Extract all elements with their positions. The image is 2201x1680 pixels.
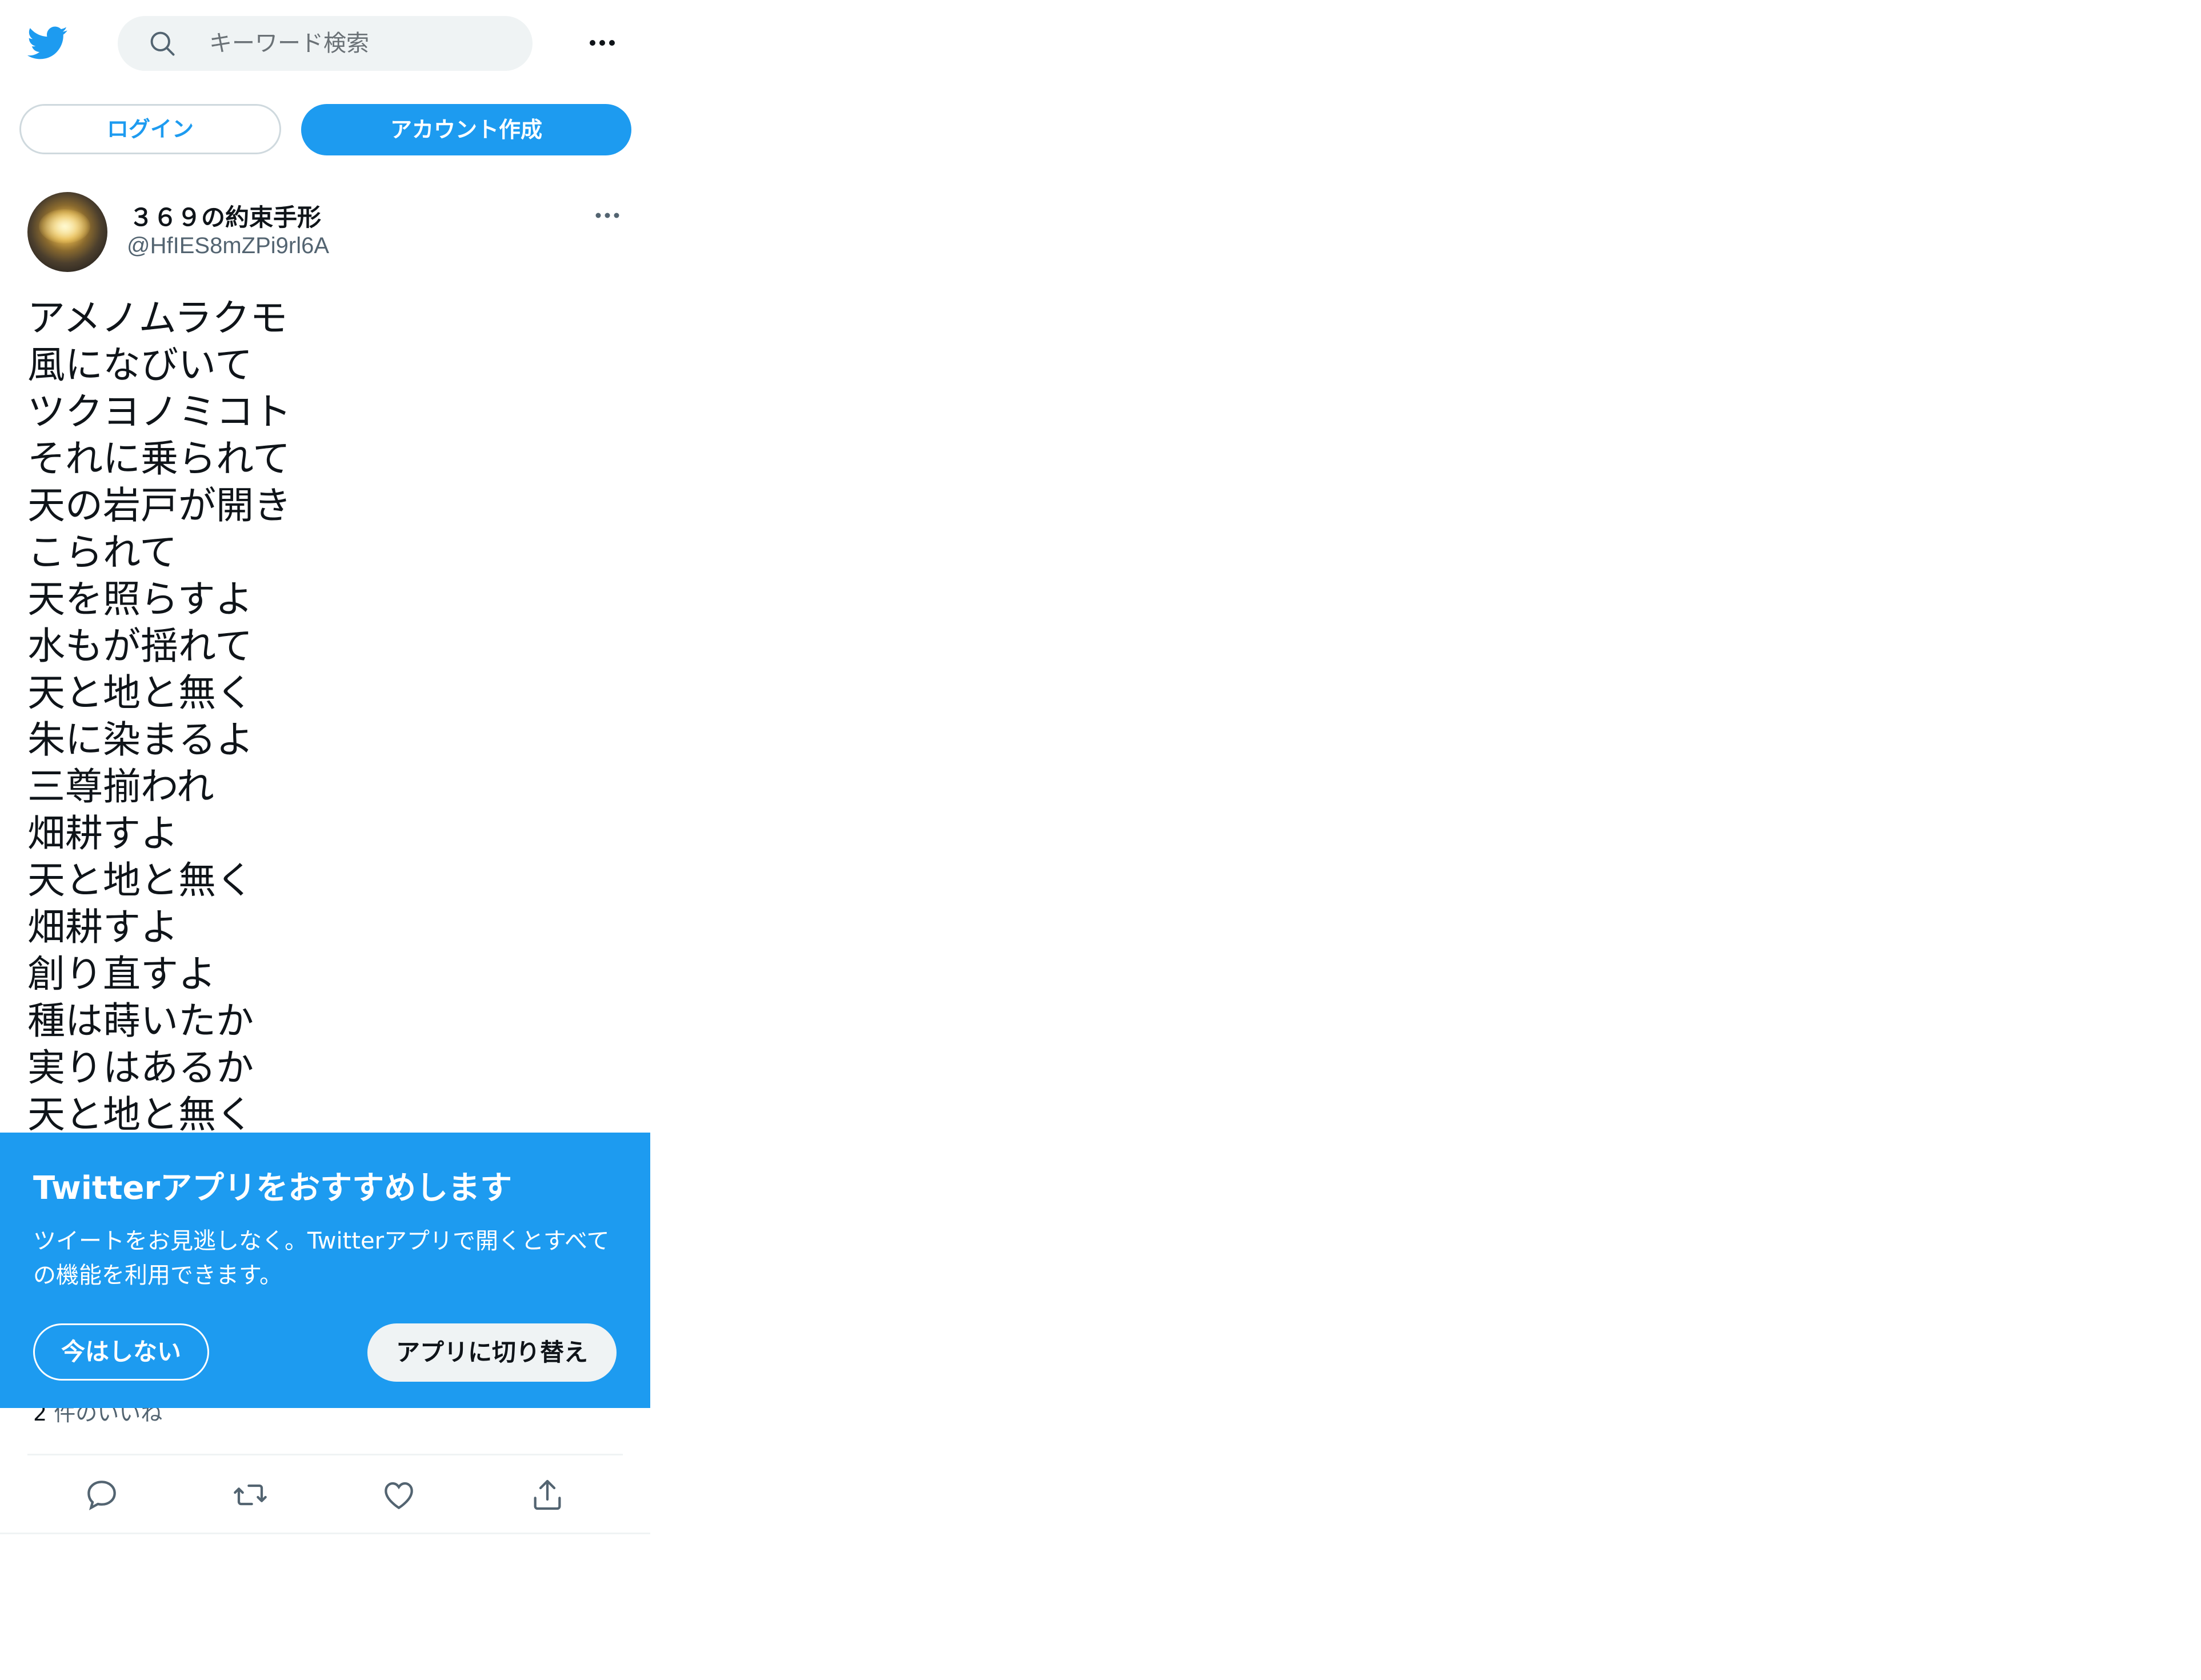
tweet-text-line: 天と地と無く bbox=[27, 1093, 254, 1137]
tweet-actions bbox=[0, 1463, 650, 1526]
switch-to-app-button[interactable]: アプリに切り替え bbox=[367, 1323, 617, 1382]
promo-body: ツイートをお見逃しなく。Twitterアプリで開くとすべての機能を利用できます。 bbox=[33, 1228, 610, 1289]
tweet-text-line: それに乗られて bbox=[27, 437, 291, 481]
tweet-text-line: アメノムラクモ bbox=[27, 296, 288, 340]
tweet-text-line: 三尊揃われ bbox=[27, 765, 214, 809]
tweet-text-line: 創り直すよ bbox=[27, 952, 216, 996]
top-header: キーワード検索 bbox=[0, 0, 650, 86]
tweet-text-line: 水もが揺れて bbox=[27, 624, 253, 668]
tweet-text-line: 朱に染まるよ bbox=[27, 718, 254, 762]
tweet-text-line: 風になびいて bbox=[27, 343, 253, 387]
tweet-text-line: 畑耕すよ bbox=[27, 811, 178, 855]
tweet-text: アメノムラクモ 風になびいて ツクヨノミコト それに乗られて 天の岩戸が開き こ… bbox=[27, 295, 291, 1138]
main-column: キーワード検索 ログイン アカウント作成 ３６９の約束手形 @HfIES8mZP… bbox=[0, 0, 650, 1537]
tweet-text-line: 種は蒔いたか bbox=[27, 999, 254, 1043]
like-icon[interactable] bbox=[381, 1477, 417, 1513]
tweet-text-line: 天を照らすよ bbox=[27, 577, 253, 621]
tweet-text-line: 天と地と無く bbox=[27, 858, 254, 902]
twitter-bird-icon[interactable] bbox=[26, 22, 68, 64]
promo-title: Twitterアプリをおすすめします bbox=[33, 1170, 513, 1207]
tweet-text-line: 畑耕すよ bbox=[27, 905, 178, 949]
search-input[interactable]: キーワード検索 bbox=[209, 31, 369, 56]
divider bbox=[27, 1454, 623, 1455]
tweet-more-icon[interactable] bbox=[594, 207, 621, 224]
search-box[interactable]: キーワード検索 bbox=[118, 16, 533, 71]
tweet-text-line: 天と地と無く bbox=[27, 671, 254, 715]
share-icon[interactable] bbox=[529, 1477, 566, 1513]
author-handle[interactable]: @HfIES8mZPi9rl6A bbox=[127, 233, 329, 259]
search-icon bbox=[147, 29, 177, 58]
tweet-text-line: ツクヨノミコト bbox=[27, 390, 291, 434]
divider bbox=[0, 1533, 650, 1534]
tweet-text-line: こられて bbox=[27, 530, 178, 574]
not-now-button[interactable]: 今はしない bbox=[33, 1323, 209, 1381]
avatar-image bbox=[39, 209, 90, 243]
login-button[interactable]: ログイン bbox=[19, 104, 281, 154]
retweet-icon[interactable] bbox=[232, 1477, 269, 1513]
tweet-text-line: 天の岩戸が開き bbox=[27, 483, 291, 527]
signup-button[interactable]: アカウント作成 bbox=[301, 104, 631, 155]
tweet-text-line: 実りはあるか bbox=[27, 1046, 254, 1090]
avatar[interactable] bbox=[27, 192, 107, 272]
app-promo-banner: Twitterアプリをおすすめします ツイートをお見逃しなく。Twitterアプ… bbox=[0, 1133, 650, 1408]
more-horizontal-icon[interactable] bbox=[587, 29, 617, 57]
reply-icon[interactable] bbox=[83, 1477, 120, 1513]
author-display-name[interactable]: ３６９の約束手形 bbox=[129, 198, 321, 233]
